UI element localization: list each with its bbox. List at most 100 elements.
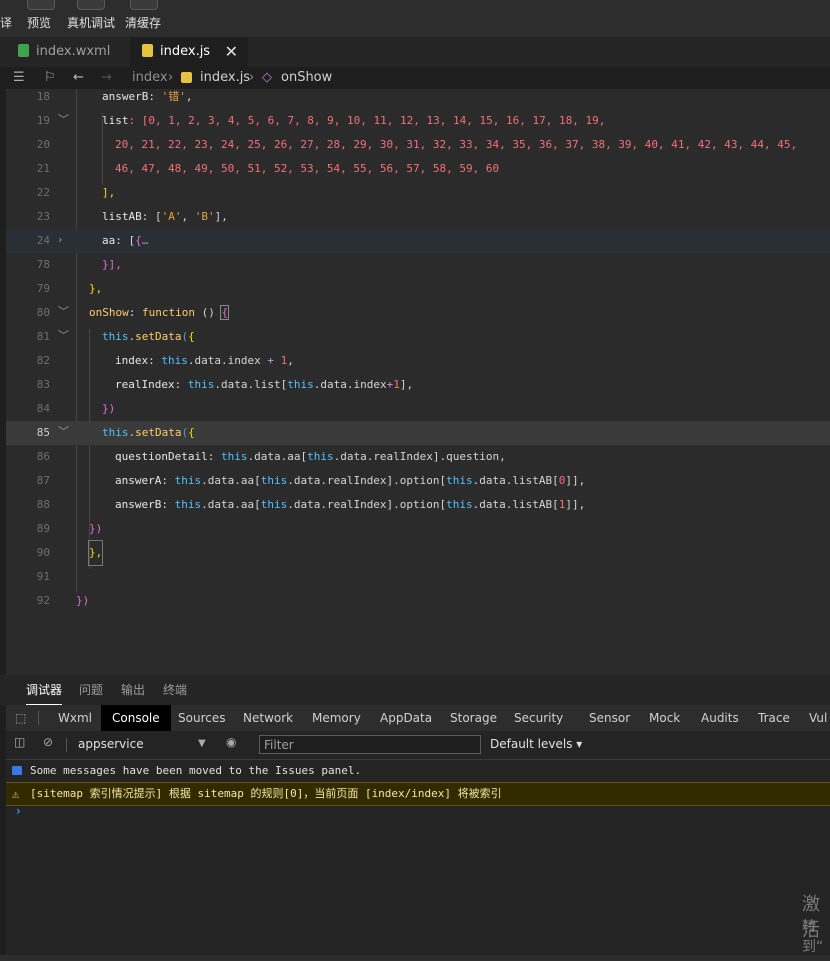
member: .data.realIndex].option[: [287, 474, 447, 487]
preview-button[interactable]: 预览: [26, 0, 56, 37]
property: answerB: [115, 498, 162, 511]
code-text: answerA: this.data.aa[this.data.realInde…: [115, 469, 585, 493]
keyword: this: [307, 450, 334, 463]
operator: +: [267, 354, 274, 367]
tab-label: index.wxml: [36, 44, 111, 59]
punct: :: [161, 474, 175, 487]
list-icon[interactable]: ☰: [13, 70, 25, 85]
js-file-icon: [181, 72, 192, 83]
punct: ]],: [565, 474, 586, 487]
filter-input[interactable]: Filter: [259, 735, 481, 754]
tab-vulnerability[interactable]: Vul: [809, 705, 827, 731]
tab-sources[interactable]: Sources: [178, 705, 225, 731]
tab-trace[interactable]: Trace: [758, 705, 790, 731]
keyword: this: [187, 378, 215, 391]
tab-debugger[interactable]: 调试器: [26, 675, 63, 705]
string: '错': [161, 90, 186, 103]
code-text: this.setData({: [102, 325, 195, 349]
punct: : [: [141, 210, 162, 223]
code-line: 23 listAB: ['A', 'B'],: [6, 205, 830, 229]
line-number: 90: [36, 546, 50, 559]
line-number: 24: [36, 234, 50, 247]
device-icon: [77, 0, 105, 10]
warning-icon: ⚠: [12, 787, 20, 801]
divider: [38, 711, 39, 725]
tab-network[interactable]: Network: [243, 705, 293, 731]
keyword: this: [446, 498, 473, 511]
code-line: 91: [6, 565, 830, 589]
tab-security[interactable]: Security: [514, 705, 563, 731]
remote-debug-label: 真机调试: [67, 16, 116, 30]
close-icon[interactable]: ✕: [225, 37, 238, 67]
divider: [66, 738, 67, 752]
chevron-down-icon[interactable]: ﹀: [58, 421, 69, 443]
remote-debug-button[interactable]: 真机调试: [66, 0, 116, 37]
breadcrumb-separator: ›: [249, 70, 255, 85]
chevron-down-icon[interactable]: ﹀: [58, 325, 69, 347]
clear-console-icon[interactable]: ⊘: [43, 735, 53, 749]
tab-appdata[interactable]: AppData: [380, 705, 432, 731]
tab-console[interactable]: Console: [101, 705, 171, 731]
member: .data.aa[: [201, 498, 261, 511]
tab-index-js[interactable]: index.js ✕: [130, 37, 248, 67]
keyword: this: [260, 498, 288, 511]
line-number: 85: [36, 426, 50, 439]
function-call: setData: [135, 426, 182, 439]
line-number: 88: [36, 498, 50, 511]
eye-icon[interactable]: ◉: [226, 735, 236, 749]
keyword: this: [174, 498, 202, 511]
console-prompt[interactable]: ›: [16, 804, 21, 818]
brace: {: [188, 426, 195, 439]
context-select[interactable]: appservice: [78, 737, 144, 751]
punct: ],: [214, 210, 228, 223]
code-text: realIndex: this.data.list[this.data.inde…: [115, 373, 413, 397]
chevron-down-icon[interactable]: ▼: [198, 738, 206, 749]
breadcrumb-symbol[interactable]: onShow: [281, 70, 332, 85]
code-text: 46, 47, 48, 49, 50, 51, 52, 53, 54, 55, …: [115, 162, 500, 175]
tab-storage[interactable]: Storage: [450, 705, 497, 731]
tab-index-wxml[interactable]: index.wxml: [6, 37, 130, 67]
tab-output[interactable]: 输出: [121, 675, 145, 705]
keyword: this: [260, 474, 288, 487]
code-line: 92 }): [6, 589, 830, 613]
tab-sensor[interactable]: Sensor: [589, 705, 630, 731]
line-number: 79: [36, 282, 50, 295]
tab-mock[interactable]: Mock: [649, 705, 680, 731]
clear-cache-button[interactable]: 清缓存: [124, 0, 164, 37]
levels-dropdown[interactable]: Default levels ▾: [490, 737, 582, 751]
keyword: this: [102, 426, 129, 439]
chevron-right-icon[interactable]: ›: [58, 229, 62, 251]
bookmark-icon[interactable]: ⚐: [44, 70, 56, 85]
code-editor[interactable]: 18 answerB: '错', 19 ﹀ list: [0, 1, 2, 3,…: [6, 89, 830, 675]
code-text: }): [89, 522, 103, 535]
back-arrow-icon[interactable]: ←: [73, 70, 84, 85]
punct: :: [161, 498, 175, 511]
message-text: Some messages have been moved to the Iss…: [30, 764, 362, 777]
code-text: aa: [{…: [102, 229, 148, 253]
keyword: this: [102, 330, 129, 343]
tab-problems[interactable]: 问题: [79, 675, 103, 705]
tab-terminal[interactable]: 终端: [163, 675, 187, 705]
member: .data.aa[: [201, 474, 261, 487]
tab-memory[interactable]: Memory: [312, 705, 361, 731]
window-bottom-edge: [0, 955, 830, 961]
line-number: 87: [36, 474, 50, 487]
code-line: 80 ﹀ onShow: function () {: [6, 301, 830, 325]
forward-arrow-icon[interactable]: →: [101, 70, 112, 85]
breadcrumb-folder[interactable]: index: [132, 70, 168, 85]
compile-button[interactable]: 译: [0, 0, 16, 37]
code-line: 19 ﹀ list: [0, 1, 2, 3, 4, 5, 6, 7, 8, 9…: [6, 109, 830, 133]
code-text: ],: [102, 186, 116, 199]
folded-ellipsis[interactable]: …: [142, 234, 149, 247]
sidebar-toggle-icon[interactable]: ◫: [14, 735, 25, 749]
inspect-icon[interactable]: ⬚: [15, 705, 26, 731]
breadcrumb-file[interactable]: index.js: [200, 70, 250, 85]
console-message-info: Some messages have been moved to the Iss…: [6, 760, 830, 783]
line-number: 21: [36, 162, 50, 175]
tab-audits[interactable]: Audits: [701, 705, 739, 731]
chevron-down-icon[interactable]: ﹀: [58, 109, 69, 131]
tab-wxml[interactable]: Wxml: [58, 705, 92, 731]
line-number: 81: [36, 330, 50, 343]
code-text: },: [89, 282, 103, 295]
chevron-down-icon[interactable]: ﹀: [58, 301, 69, 323]
